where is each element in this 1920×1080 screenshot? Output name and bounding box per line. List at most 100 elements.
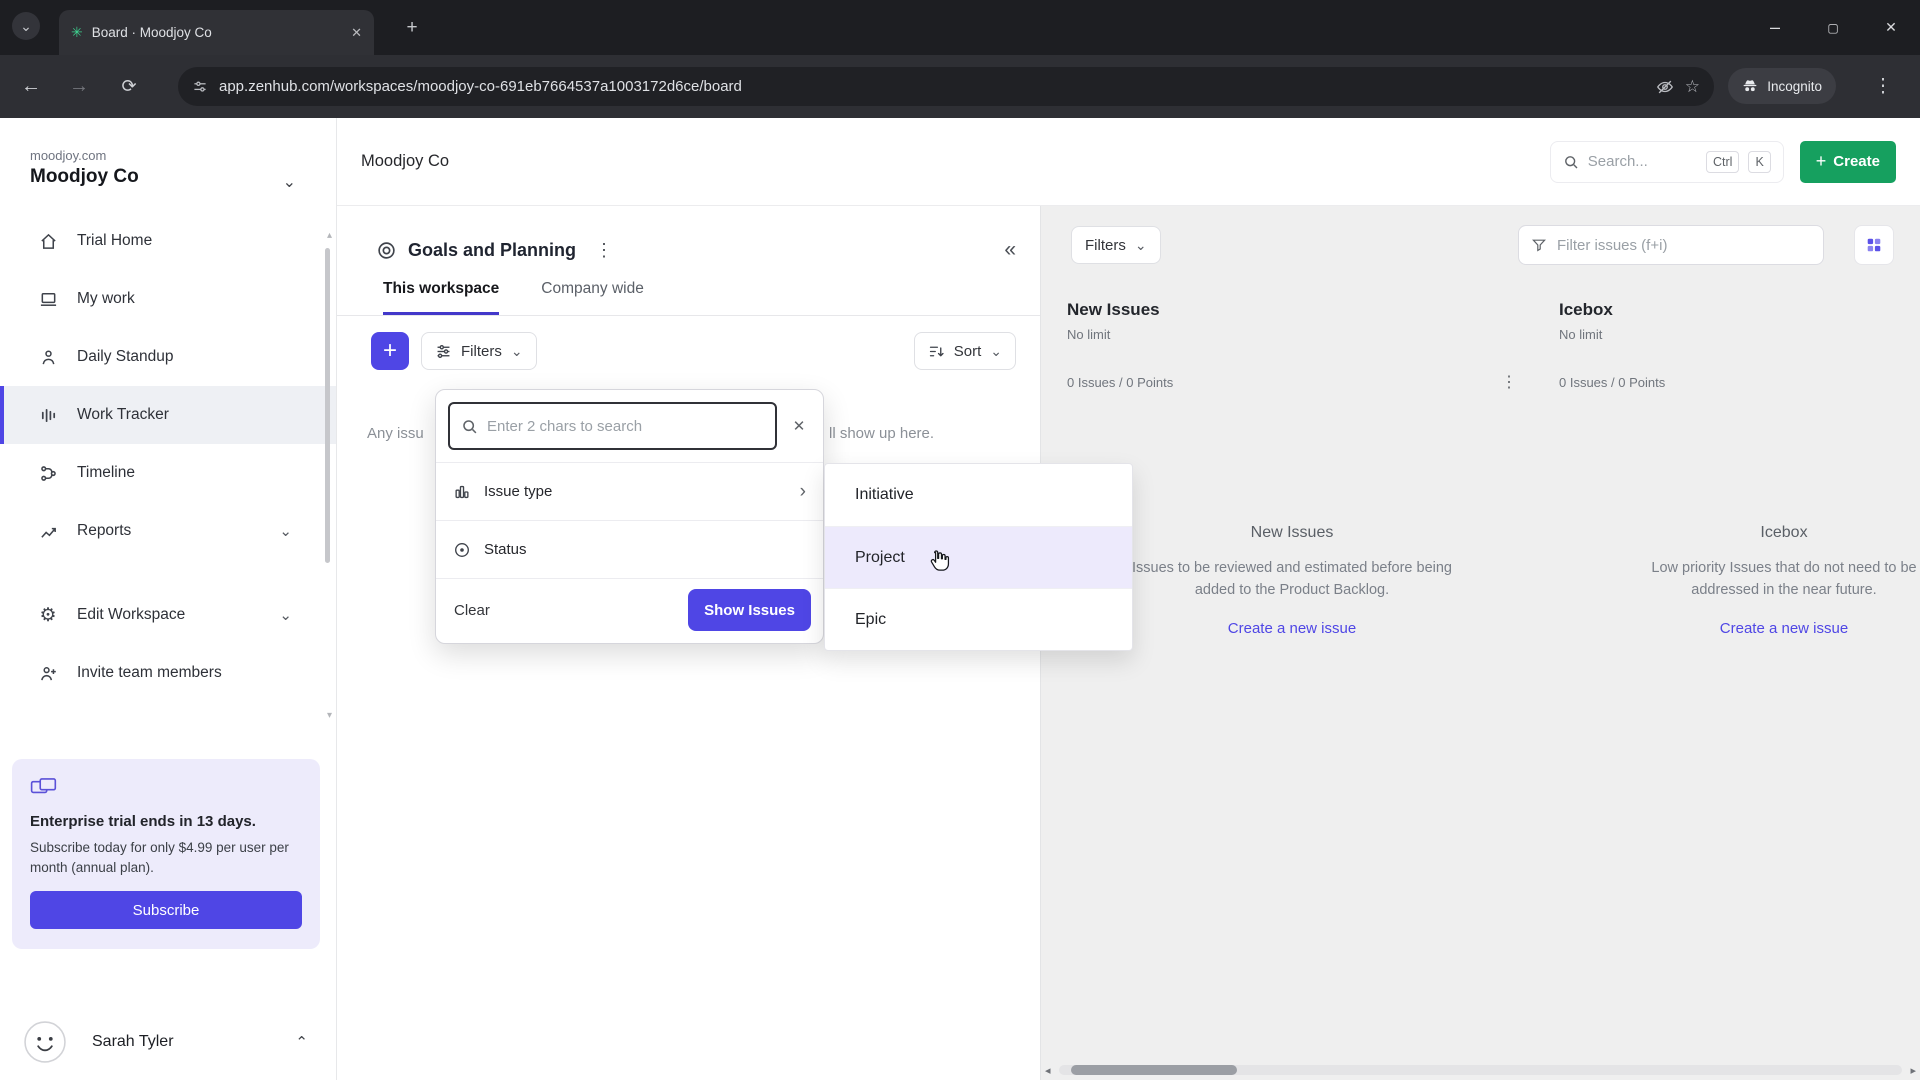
empty-title: Icebox: [1760, 524, 1808, 541]
browser-chrome: Board · Moodjoy Co app.z: [0, 0, 1920, 118]
global-search[interactable]: Ctrl K: [1549, 140, 1784, 183]
user-menu[interactable]: Sarah Tyler: [0, 1004, 336, 1080]
site-settings-icon[interactable]: [192, 79, 208, 95]
sidebar-item-label: Daily Standup: [77, 348, 174, 365]
panel-menu-icon[interactable]: [595, 240, 613, 261]
menu-item-status[interactable]: Status: [436, 520, 823, 578]
bookmark-star-icon[interactable]: [1685, 77, 1700, 97]
issue-filter-box[interactable]: [1518, 225, 1824, 265]
create-new-issue-link[interactable]: Create a new issue: [1720, 620, 1848, 637]
scroll-left-icon[interactable]: [1045, 1064, 1051, 1077]
clear-filters-link[interactable]: Clear: [454, 602, 490, 619]
sidebar-item-reports[interactable]: Reports: [0, 502, 336, 560]
chevron-down-icon: [990, 343, 1002, 360]
browser-menu-icon[interactable]: [1864, 67, 1902, 105]
filter-search-input[interactable]: [487, 417, 764, 435]
scroll-down-icon[interactable]: [327, 710, 332, 721]
column-stats: 0 Issues / 0 Points: [1559, 374, 1666, 390]
tracker-bars-icon: [37, 406, 59, 425]
maximize-button[interactable]: [1804, 0, 1862, 55]
close-button[interactable]: [1862, 0, 1920, 55]
create-label: Create: [1833, 153, 1880, 170]
plus-icon: [1816, 151, 1827, 172]
chevron-right-icon: [800, 481, 806, 503]
column-menu-icon[interactable]: [1501, 372, 1517, 392]
add-epic-button[interactable]: [371, 332, 409, 370]
sidebar-item-trial-home[interactable]: Trial Home: [0, 212, 336, 270]
horizontal-scrollbar-thumb[interactable]: [1071, 1065, 1237, 1075]
sidebar-item-work-tracker[interactable]: Work Tracker: [0, 386, 336, 444]
column-limit: No limit: [1559, 327, 1603, 342]
user-name: Sarah Tyler: [92, 1033, 174, 1050]
search-icon: [461, 418, 478, 435]
board-layout-button[interactable]: [1854, 225, 1894, 265]
chevron-down-icon: [511, 343, 523, 360]
collapse-panel-icon[interactable]: [1004, 238, 1016, 262]
menu-item-issue-type[interactable]: Issue type: [436, 462, 823, 520]
window-controls: [1746, 0, 1920, 55]
panel-filters-button[interactable]: Filters: [421, 332, 537, 370]
minimize-button[interactable]: [1746, 0, 1804, 55]
filter-search-box[interactable]: [448, 402, 777, 450]
panel-controls: Filters Sort: [371, 332, 1016, 370]
sidebar-item-edit-workspace[interactable]: Edit Workspace: [0, 586, 336, 644]
laptop-icon: [37, 290, 59, 309]
sidebar-item-label: Trial Home: [77, 232, 153, 249]
workspace-domain: moodjoy.com: [30, 148, 107, 163]
ctrl-key-chip: Ctrl: [1705, 150, 1740, 173]
tab-close-icon[interactable]: [351, 25, 362, 41]
pipeline-column-icebox: Icebox No limit 0 Issues / 0 Points Iceb…: [1545, 300, 1920, 638]
filters-label: Filters: [461, 342, 502, 360]
promo-title: Enterprise trial ends in 13 days.: [30, 813, 256, 830]
address-bar[interactable]: app.zenhub.com/workspaces/moodjoy-co-691…: [178, 67, 1714, 106]
chevron-up-icon: [295, 1033, 308, 1051]
tab-title: Board · Moodjoy Co: [91, 25, 212, 40]
search-input[interactable]: [1587, 153, 1697, 170]
home-icon: [37, 232, 59, 251]
scroll-up-icon[interactable]: [327, 230, 332, 241]
scroll-right-icon[interactable]: [1910, 1064, 1916, 1077]
sidebar-item-timeline[interactable]: Timeline: [0, 444, 336, 502]
sidebar-scrollbar[interactable]: [325, 248, 330, 563]
sidebar-item-label: Work Tracker: [77, 406, 169, 423]
tab-this-workspace[interactable]: This workspace: [383, 280, 500, 315]
column-stats: 0 Issues / 0 Points: [1067, 374, 1174, 390]
subscribe-button[interactable]: Subscribe: [30, 891, 302, 930]
sidebar-item-label: Invite team members: [77, 664, 222, 681]
column-header: New Issues No limit 0 Issues / 0 Points: [1053, 300, 1531, 392]
screens-icon: [30, 777, 58, 796]
reload-button[interactable]: [110, 67, 148, 105]
create-button[interactable]: Create: [1799, 140, 1896, 183]
issue-filter-input[interactable]: [1557, 236, 1811, 254]
sidebar-item-invite[interactable]: Invite team members: [0, 644, 336, 702]
sort-label: Sort: [953, 342, 982, 360]
browser-tab[interactable]: Board · Moodjoy Co: [59, 10, 374, 55]
forward-button[interactable]: [60, 67, 98, 105]
content: Goals and Planning This workspace Compan…: [337, 206, 1920, 1080]
chevron-down-icon: [279, 606, 292, 624]
board-filters-button[interactable]: Filters: [1071, 226, 1161, 264]
submenu-item-epic[interactable]: Epic: [825, 588, 1132, 650]
new-tab-button[interactable]: [398, 14, 426, 42]
back-button[interactable]: [12, 67, 50, 105]
workspace-switcher[interactable]: moodjoy.com Moodjoy Co: [0, 118, 336, 188]
sidebar-item-label: Reports: [77, 522, 132, 539]
close-icon[interactable]: [783, 417, 815, 435]
eye-off-icon[interactable]: [1656, 78, 1674, 96]
tab-company-wide[interactable]: Company wide: [541, 280, 644, 315]
sidebar-item-label: Edit Workspace: [77, 606, 186, 623]
trial-promo-card: Enterprise trial ends in 13 days. Subscr…: [12, 759, 320, 950]
issue-type-icon: [453, 483, 471, 501]
create-new-issue-link[interactable]: Create a new issue: [1228, 620, 1356, 637]
sidebar-item-daily-standup[interactable]: Daily Standup: [0, 328, 336, 386]
submenu-item-initiative[interactable]: Initiative: [825, 464, 1132, 526]
show-issues-button[interactable]: Show Issues: [688, 589, 811, 631]
submenu-item-project[interactable]: Project: [825, 526, 1132, 588]
filter-dropdown-footer: Clear Show Issues: [436, 578, 823, 643]
sort-button[interactable]: Sort: [913, 332, 1016, 370]
chevron-down-icon[interactable]: [283, 172, 296, 192]
sidebar: moodjoy.com Moodjoy Co Trial Home My wor…: [0, 118, 337, 1080]
sidebar-item-my-work[interactable]: My work: [0, 270, 336, 328]
plus-icon: [383, 337, 397, 365]
tab-search-button[interactable]: [12, 12, 40, 40]
